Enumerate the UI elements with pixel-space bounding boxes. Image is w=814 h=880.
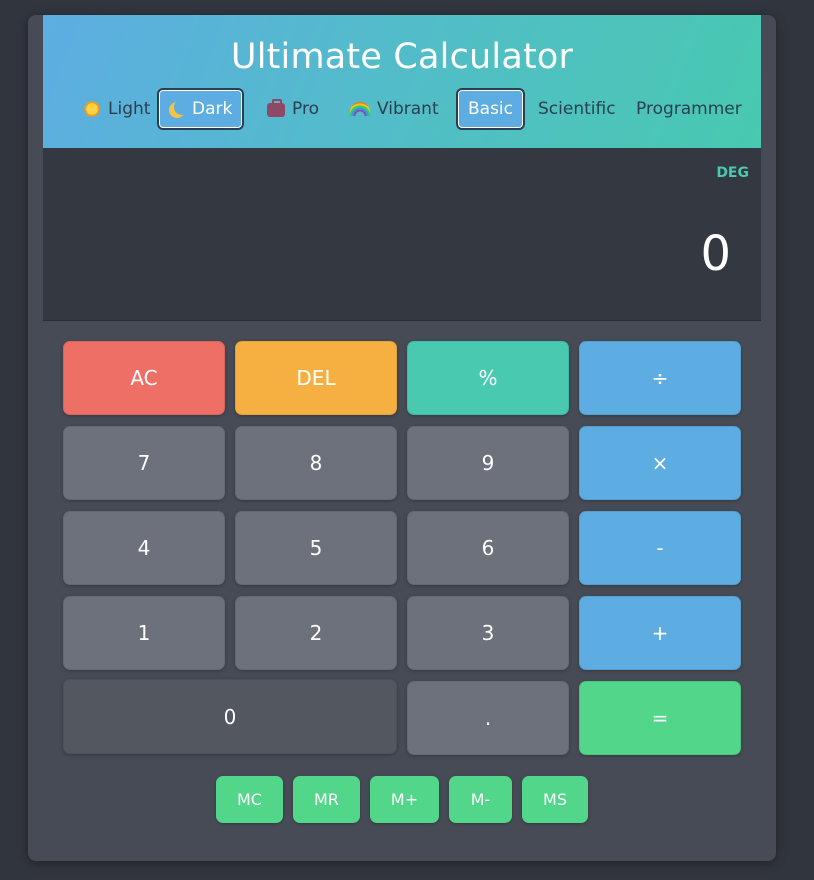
angle-mode-indicator: DEG [716, 165, 749, 181]
digit-5-button[interactable]: 5 [235, 511, 397, 585]
memory-store-button[interactable]: MS [522, 776, 588, 823]
rainbow-icon [350, 102, 370, 116]
percent-button[interactable]: % [407, 341, 569, 415]
theme-dark-label: Dark [192, 99, 233, 119]
digit-0-button[interactable]: 0 [63, 679, 397, 754]
digit-9-button[interactable]: 9 [407, 426, 569, 500]
calculator-display: DEG 0 [43, 148, 761, 321]
mode-tabs: Light Dark Pro Vibrant Basic Scientific … [43, 88, 761, 130]
memory-add-button[interactable]: M+ [370, 776, 439, 823]
delete-button[interactable]: DEL [235, 341, 397, 415]
briefcase-icon [267, 99, 285, 117]
divide-button[interactable]: ÷ [579, 341, 741, 415]
memory-clear-button[interactable]: MC [216, 776, 283, 823]
calculator: Ultimate Calculator Light Dark Pro Vibra… [28, 15, 776, 861]
decimal-button[interactable]: . [407, 681, 569, 755]
digit-3-button[interactable]: 3 [407, 596, 569, 670]
theme-light-label: Light [108, 99, 151, 119]
theme-vibrant-tab[interactable]: Vibrant [338, 88, 451, 130]
theme-light-tab[interactable]: Light [71, 88, 162, 130]
digit-2-button[interactable]: 2 [235, 596, 397, 670]
equals-button[interactable]: = [579, 681, 741, 755]
moon-icon [174, 99, 190, 115]
add-button[interactable]: + [579, 596, 741, 670]
digit-6-button[interactable]: 6 [407, 511, 569, 585]
digit-7-button[interactable]: 7 [63, 426, 225, 500]
mode-basic-tab[interactable]: Basic [456, 88, 526, 130]
theme-pro-label: Pro [292, 99, 319, 119]
mode-basic-label: Basic [468, 99, 514, 119]
app-title: Ultimate Calculator [230, 37, 574, 77]
multiply-button[interactable]: × [579, 426, 741, 500]
mode-programmer-tab[interactable]: Programmer [624, 88, 754, 130]
theme-pro-tab[interactable]: Pro [255, 88, 331, 130]
clear-all-button[interactable]: AC [63, 341, 225, 415]
mode-scientific-label: Scientific [538, 99, 616, 119]
subtract-button[interactable]: - [579, 511, 741, 585]
display-value: 0 [700, 226, 731, 282]
theme-dark-tab[interactable]: Dark [157, 88, 245, 130]
sun-icon [83, 100, 101, 118]
digit-4-button[interactable]: 4 [63, 511, 225, 585]
memory-subtract-button[interactable]: M- [449, 776, 512, 823]
theme-vibrant-label: Vibrant [377, 99, 439, 119]
digit-1-button[interactable]: 1 [63, 596, 225, 670]
mode-scientific-tab[interactable]: Scientific [526, 88, 628, 130]
digit-8-button[interactable]: 8 [235, 426, 397, 500]
memory-recall-button[interactable]: MR [293, 776, 360, 823]
mode-programmer-label: Programmer [636, 99, 742, 119]
calculator-header: Ultimate Calculator Light Dark Pro Vibra… [43, 15, 761, 148]
